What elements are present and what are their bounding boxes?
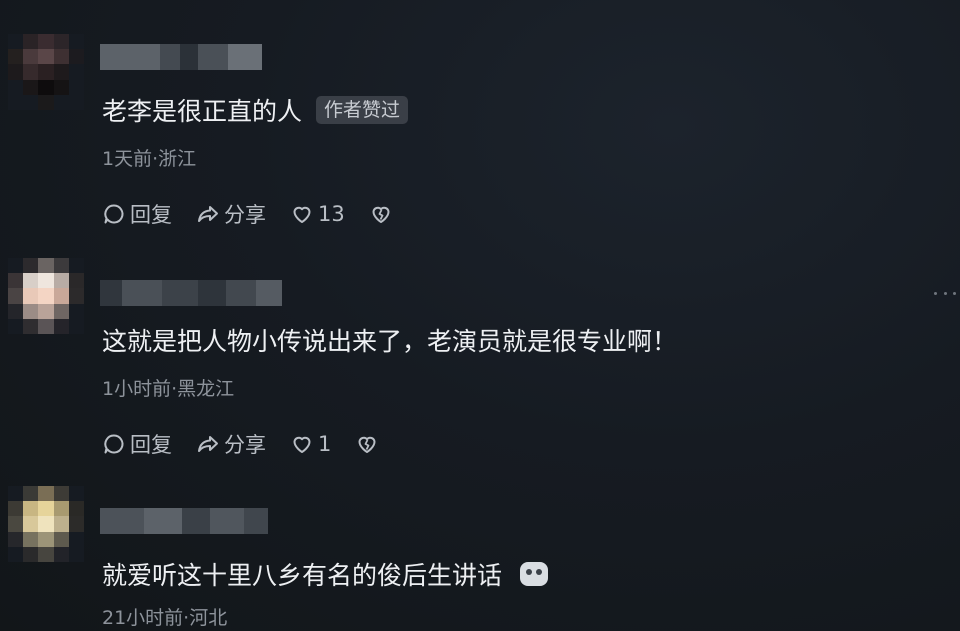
comment-text: 老李是很正直的人 作者赞过: [102, 92, 409, 128]
heart-icon: [293, 206, 311, 223]
share-label: 分享: [224, 203, 266, 227]
heart-icon: [293, 436, 311, 453]
share-icon: [198, 436, 218, 452]
share-label: 分享: [224, 433, 266, 457]
dislike-button[interactable]: [369, 202, 393, 226]
reply-icon: [104, 434, 124, 454]
author-liked-badge: 作者赞过: [316, 96, 409, 124]
reply-button[interactable]: 回复: [102, 429, 172, 459]
comment-text: 就爱听这十里八乡有名的俊后生讲话: [102, 556, 549, 592]
comment-meta: 21小时前·河北: [102, 607, 228, 629]
reply-icon: [104, 204, 124, 224]
reply-label: 回复: [130, 203, 172, 227]
avatar[interactable]: [8, 486, 84, 562]
broken-heart-icon: [372, 206, 390, 223]
username-pixelated[interactable]: [100, 280, 282, 306]
comment-text-content: 这就是把人物小传说出来了，老演员就是很专业啊！: [102, 327, 678, 356]
like-count: 13: [318, 202, 345, 226]
comment-text-content: 就爱听这十里八乡有名的俊后生讲话: [102, 561, 503, 590]
username-pixelated[interactable]: [100, 44, 262, 70]
dislike-button[interactable]: [355, 432, 379, 456]
avatar[interactable]: [8, 34, 84, 110]
share-button[interactable]: 分享: [196, 429, 266, 459]
share-button[interactable]: 分享: [196, 199, 266, 229]
like-button[interactable]: 1: [290, 432, 331, 456]
comment-text-content: 老李是很正直的人: [102, 97, 303, 126]
share-icon: [198, 206, 218, 222]
reply-label: 回复: [130, 433, 172, 457]
more-options-icon[interactable]: [934, 292, 956, 296]
smile-emoji-icon: [520, 562, 549, 586]
comment-actions: 回复 分享 1: [102, 428, 403, 460]
comment-text: 这就是把人物小传说出来了，老演员就是很专业啊！: [102, 322, 677, 358]
like-count: 1: [318, 432, 332, 456]
comment-actions: 回复 分享 13: [102, 198, 417, 230]
reply-button[interactable]: 回复: [102, 199, 172, 229]
username-pixelated[interactable]: [100, 508, 268, 534]
comment-meta: 1小时前·黑龙江: [102, 378, 235, 400]
like-button[interactable]: 13: [290, 202, 345, 226]
broken-heart-icon: [358, 436, 376, 453]
avatar[interactable]: [8, 258, 84, 334]
comment-meta: 1天前·浙江: [102, 148, 197, 170]
